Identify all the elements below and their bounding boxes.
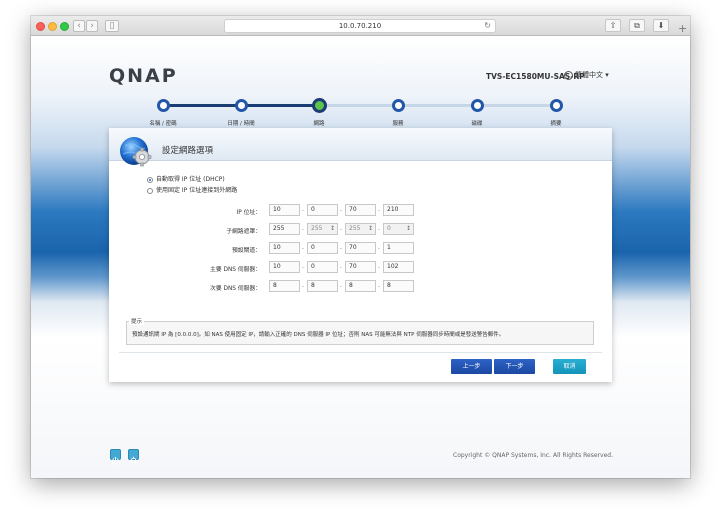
cancel-button[interactable]: 取消 — [553, 359, 586, 374]
chevron-down-icon: ▾ — [605, 71, 609, 79]
panel-divider — [119, 352, 602, 353]
power-icon[interactable] — [110, 449, 121, 465]
download-icon[interactable]: ⬇ — [653, 19, 669, 32]
network-settings-icon — [117, 134, 155, 170]
wizard-step-datetime — [235, 99, 248, 112]
share-icon[interactable]: ⇧ — [605, 19, 621, 32]
gateway-octet-4[interactable]: 1 — [383, 242, 414, 254]
zoom-window-button[interactable] — [60, 22, 69, 31]
secondary-dns-octet-2[interactable]: 8 — [307, 280, 338, 292]
octet-separator: . — [340, 282, 342, 289]
radio-static-ip[interactable]: 使用固定 IP 位址連接到外網路 — [147, 185, 237, 194]
back-icon[interactable]: ‹ — [73, 20, 85, 32]
subnet-octet-2[interactable]: 255 — [307, 223, 338, 235]
language-selector[interactable]: 繁體中文 ▾ — [564, 70, 609, 80]
gateway-octet-1[interactable]: 10 — [269, 242, 300, 254]
octet-separator: . — [378, 263, 380, 270]
gateway-octet-2[interactable]: 0 — [307, 242, 338, 254]
octet-separator: . — [378, 244, 380, 251]
hint-title: 提示 — [129, 317, 145, 325]
language-label: 繁體中文 — [575, 71, 603, 79]
octet-separator: . — [340, 206, 342, 213]
octet-separator: . — [340, 263, 342, 270]
subnet-octet-3[interactable]: 255 — [345, 223, 376, 235]
close-window-button[interactable] — [36, 22, 45, 31]
octet-separator: . — [340, 225, 342, 232]
wizard-step-services — [392, 99, 405, 112]
copyright-text: Copyright © QNAP Systems, Inc. All Right… — [453, 452, 613, 459]
primary-dns-octet-3[interactable]: 70 — [345, 261, 376, 273]
hint-box: 預設通訊閘 IP 為 [0.0.0.0]。如 NAS 使用固定 IP，請輸入正確… — [126, 321, 594, 345]
ip-address-label: IP 位址： — [236, 210, 261, 216]
browser-toolbar: ‹ › ▯ 10.0.70.210 ↻ ⇧ ⧉ ⬇ — [31, 16, 690, 36]
octet-separator: . — [302, 263, 304, 270]
address-bar[interactable]: 10.0.70.210 ↻ — [224, 19, 496, 33]
wizard-step-label: 磁碟 — [471, 121, 483, 127]
radio-unselected-icon — [147, 187, 153, 194]
panel-title: 設定網路選項 — [162, 146, 214, 156]
ip-octet-2[interactable]: 0 — [307, 204, 338, 216]
wizard-step-name — [157, 99, 170, 112]
reload-icon[interactable]: ↻ — [484, 20, 491, 32]
qnap-setup-page: QNAP TVS-EC1580MU-SAS-RP 繁體中文 ▾ 名稱 / 密碼 … — [31, 37, 690, 478]
browser-window: ‹ › ▯ 10.0.70.210 ↻ ⇧ ⧉ ⬇ QNAP TVS-EC158… — [31, 16, 690, 478]
forward-icon[interactable]: › — [86, 20, 98, 32]
wizard-step-label: 摘要 — [550, 121, 562, 127]
new-tab-icon[interactable]: + — [678, 22, 687, 35]
wizard-step-disk — [471, 99, 484, 112]
minimize-window-button[interactable] — [48, 22, 57, 31]
ip-octet-4[interactable]: 210 — [383, 204, 414, 216]
secondary-dns-octet-4[interactable]: 8 — [383, 280, 414, 292]
gateway-octet-3[interactable]: 70 — [345, 242, 376, 254]
primary-dns-octet-1[interactable]: 10 — [269, 261, 300, 273]
radio-selected-icon — [147, 176, 153, 183]
url-text: 10.0.70.210 — [338, 22, 382, 30]
octet-separator: . — [378, 225, 380, 232]
wizard-step-label: 服務 — [392, 121, 404, 127]
globe-icon — [564, 70, 573, 80]
subnet-octet-4[interactable]: 0 — [383, 223, 414, 235]
wizard-step-network — [312, 98, 327, 113]
tabs-icon[interactable]: ⧉ — [629, 19, 645, 32]
subnet-octet-1[interactable]: 255 — [269, 223, 300, 235]
hint-text: 預設通訊閘 IP 為 [0.0.0.0]。如 NAS 使用固定 IP，請輸入正確… — [132, 332, 505, 338]
secondary-dns-label: 次要 DNS 伺服器： — [210, 286, 261, 292]
radio-dhcp[interactable]: 自動取得 IP 位址 (DHCP) — [147, 174, 225, 183]
octet-separator: . — [340, 244, 342, 251]
octet-separator: . — [378, 282, 380, 289]
octet-separator: . — [378, 206, 380, 213]
radio-label: 使用固定 IP 位址連接到外網路 — [156, 187, 238, 194]
gateway-label: 預設閘道： — [232, 248, 261, 254]
octet-separator: . — [302, 225, 304, 232]
primary-dns-octet-4[interactable]: 102 — [383, 261, 414, 273]
subnet-mask-label: 子網路遮罩： — [226, 229, 261, 235]
secondary-dns-octet-3[interactable]: 8 — [345, 280, 376, 292]
network-settings-panel: 設定網路選項 自動取得 IP 位址 (DHCP) 使用固定 IP 位址連接到外網… — [109, 128, 612, 382]
primary-dns-octet-2[interactable]: 0 — [307, 261, 338, 273]
wizard-step-label: 名稱 / 密碼 — [149, 121, 177, 127]
wizard-step-summary — [550, 99, 563, 112]
previous-button[interactable]: 上一步 — [451, 359, 492, 374]
wizard-step-label: 網路 — [313, 121, 325, 127]
wizard-step-label: 日期 / 時間 — [227, 121, 255, 127]
primary-dns-label: 主要 DNS 伺服器： — [210, 267, 261, 273]
octet-separator: . — [302, 244, 304, 251]
panel-header: 設定網路選項 — [109, 128, 612, 167]
qnap-logo: QNAP — [109, 65, 178, 87]
octet-separator: . — [302, 206, 304, 213]
next-button[interactable]: 下一步 — [494, 359, 535, 374]
ip-octet-1[interactable]: 10 — [269, 204, 300, 216]
ip-octet-3[interactable]: 70 — [345, 204, 376, 216]
settings-icon[interactable] — [128, 449, 139, 465]
octet-separator: . — [302, 282, 304, 289]
secondary-dns-octet-1[interactable]: 8 — [269, 280, 300, 292]
sidebar-icon[interactable]: ▯ — [105, 20, 119, 32]
radio-label: 自動取得 IP 位址 (DHCP) — [156, 176, 225, 183]
